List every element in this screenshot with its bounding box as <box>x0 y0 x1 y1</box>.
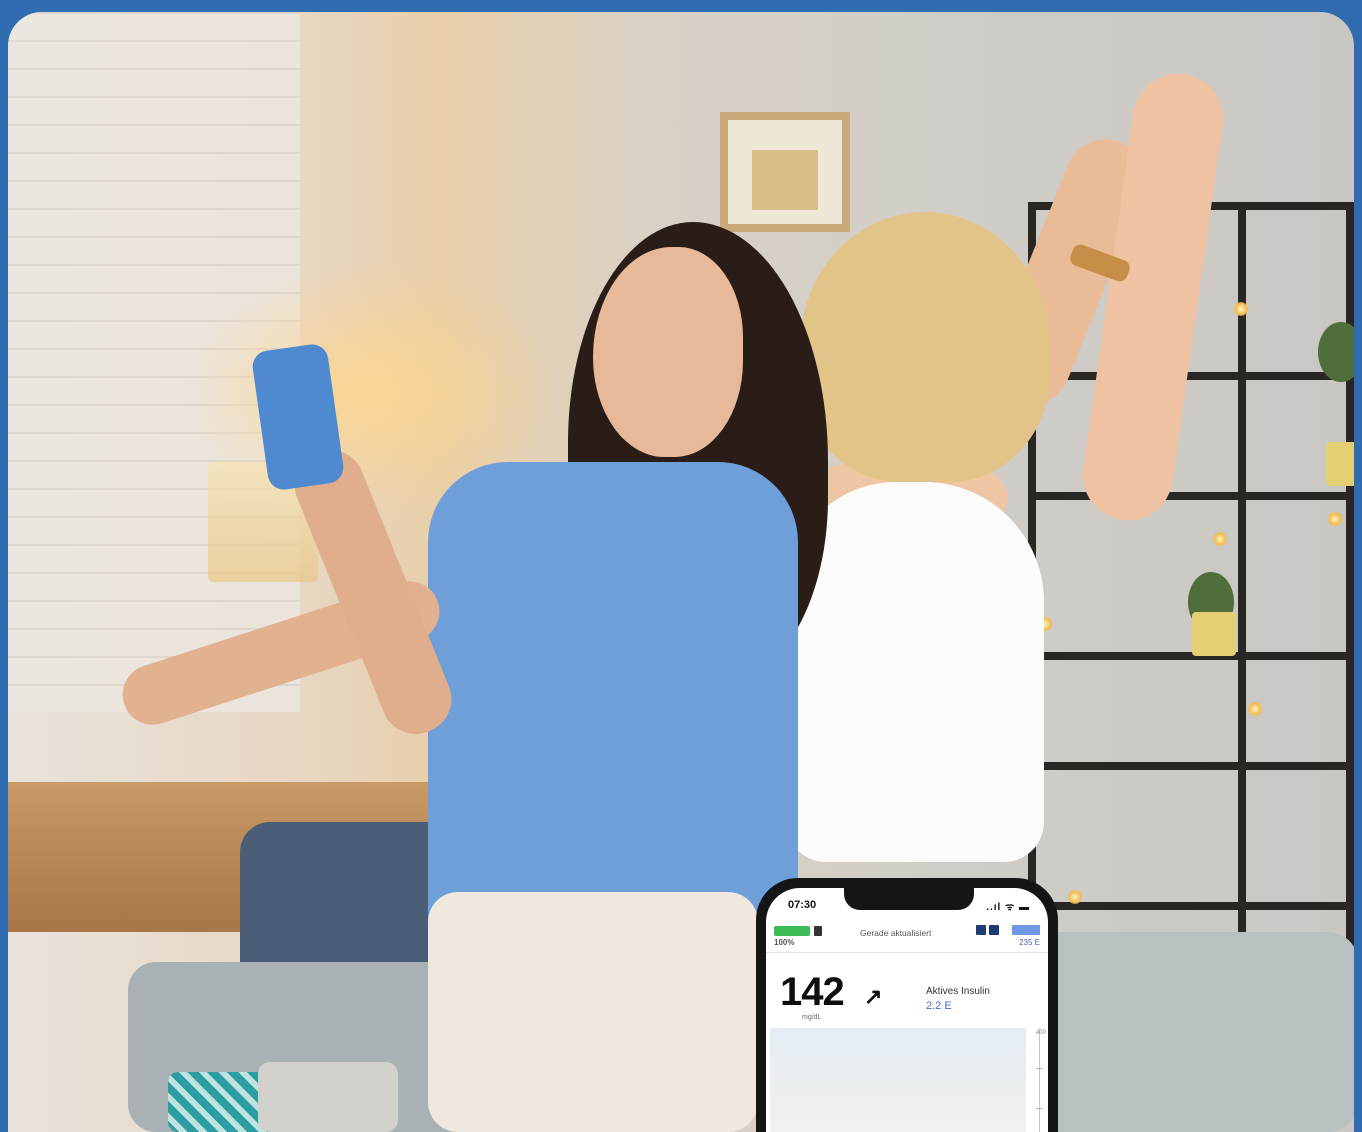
wall-picture <box>720 112 850 232</box>
graph-axis <box>1039 1028 1040 1132</box>
reservoir-icon <box>976 925 1040 937</box>
glucose-graph <box>770 1028 1026 1132</box>
app-screen: 07:30 ..ıl ᯤ ▬ 100% Gerade aktualisiert … <box>766 888 1048 1132</box>
glucose-value: 142 <box>780 970 845 1014</box>
white-pants <box>428 892 758 1132</box>
graph-axis-label: 400 <box>1035 1030 1046 1036</box>
smartphone-mockup: 07:30 ..ıl ᯤ ▬ 100% Gerade aktualisiert … <box>756 878 1058 1132</box>
signal-wifi-battery-icon: ..ıl ᯤ ▬ <box>986 902 1030 913</box>
battery-percent: 100% <box>774 938 795 947</box>
notch <box>844 888 974 910</box>
sofa-right <box>1028 932 1354 1132</box>
pump-icon <box>814 926 822 936</box>
glucose-unit: mg/dL <box>802 1014 822 1021</box>
reservoir-level: 235 E <box>1019 938 1040 947</box>
blonde-hair <box>800 212 1050 482</box>
active-insulin-label: Aktives Insulin <box>926 986 990 997</box>
hero-photo: 07:30 ..ıl ᯤ ▬ 100% Gerade aktualisiert … <box>8 12 1354 1132</box>
battery-icon <box>774 926 810 936</box>
person-face <box>593 247 743 457</box>
pillow <box>258 1062 398 1132</box>
status-time: 07:30 <box>788 899 817 911</box>
active-insulin-value: 2.2 E <box>926 1000 952 1012</box>
divider <box>766 952 1048 953</box>
trend-arrow-icon: ↗ <box>864 984 883 1009</box>
update-status: Gerade aktualisiert <box>860 928 932 938</box>
pump-status-bar: 100% Gerade aktualisiert 235 E <box>774 922 1040 950</box>
